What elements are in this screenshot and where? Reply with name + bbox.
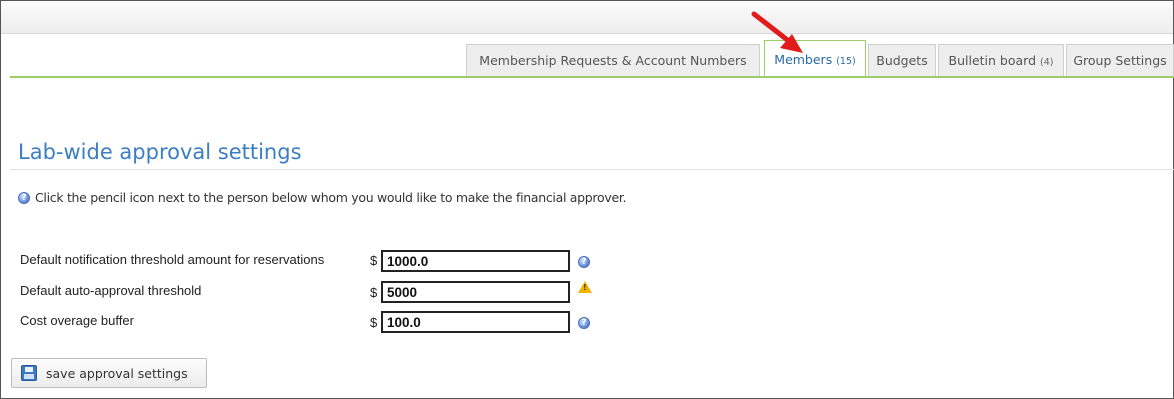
currency-symbol: $ <box>370 315 378 330</box>
tab-label: Group Settings <box>1073 53 1167 68</box>
auto-approval-threshold-label: Default auto-approval threshold <box>20 283 202 298</box>
top-bar <box>1 1 1173 34</box>
tab-count: (15) <box>836 56 856 67</box>
warning-icon: ! <box>578 281 592 293</box>
notification-threshold-label: Default notification threshold amount fo… <box>20 252 325 267</box>
help-icon[interactable]: ? <box>578 312 590 330</box>
help-icon: ? <box>578 256 590 268</box>
tab-label: Membership Requests & Account Numbers <box>479 53 747 68</box>
annotation-arrow-icon <box>751 11 803 53</box>
save-approval-settings-button[interactable]: save approval settings <box>11 358 207 388</box>
section-title: Lab-wide approval settings <box>18 140 302 164</box>
currency-symbol: $ <box>370 253 378 268</box>
info-message: ? Click the pencil icon next to the pers… <box>18 190 627 205</box>
tab-budgets[interactable]: Budgets <box>868 44 936 76</box>
tab-label: Bulletin board <box>948 53 1037 68</box>
help-icon: ? <box>578 317 590 329</box>
tab-group-settings[interactable]: Group Settings <box>1066 44 1174 76</box>
notification-threshold-input[interactable]: 1000.0 <box>381 250 570 272</box>
info-text: Click the pencil icon next to the person… <box>35 190 627 205</box>
warning-icon[interactable]: ! <box>578 281 592 293</box>
tab-underline <box>10 76 1174 78</box>
save-button-label: save approval settings <box>46 365 188 381</box>
help-icon: ? <box>18 191 30 204</box>
tab-bulletin-board[interactable]: Bulletin board (4) <box>938 44 1064 76</box>
tab-label: Budgets <box>876 53 928 68</box>
auto-approval-threshold-input[interactable]: 5000 <box>381 281 570 303</box>
cost-overage-buffer-input[interactable]: 100.0 <box>381 311 570 333</box>
save-icon <box>21 365 37 381</box>
cost-overage-buffer-label: Cost overage buffer <box>20 313 134 328</box>
tab-membership-requests[interactable]: Membership Requests & Account Numbers <box>466 44 760 76</box>
section-divider <box>10 169 1174 170</box>
tab-count: (4) <box>1040 57 1054 68</box>
currency-symbol: $ <box>370 285 378 300</box>
help-icon[interactable]: ? <box>578 251 590 269</box>
